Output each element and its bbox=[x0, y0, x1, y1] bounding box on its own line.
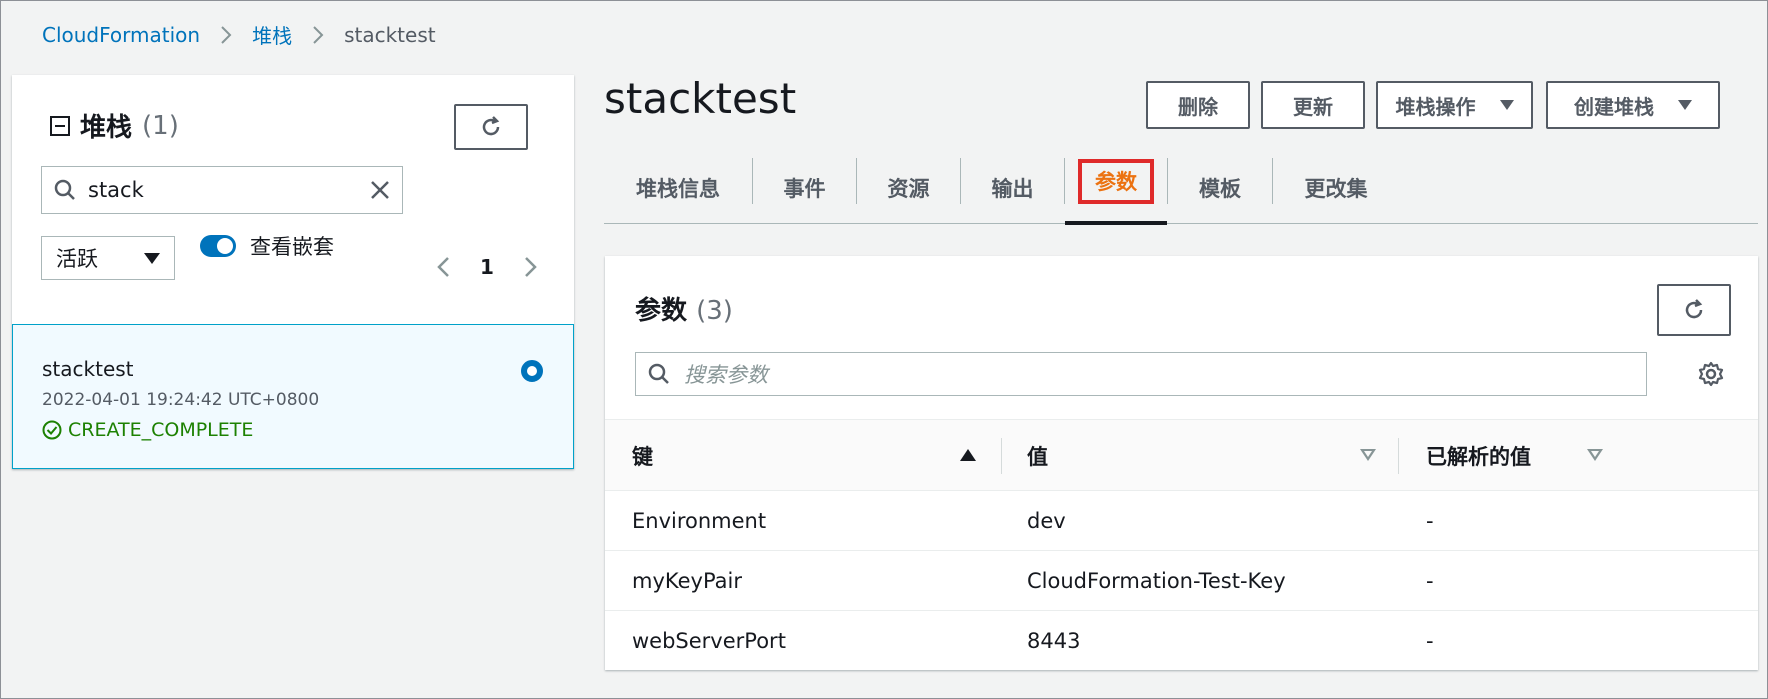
param-value: CloudFormation-Test-Key bbox=[1027, 569, 1286, 593]
refresh-icon bbox=[482, 116, 500, 136]
stack-actions-button[interactable]: 堆栈操作 bbox=[1376, 81, 1533, 129]
caret-down-icon bbox=[1678, 100, 1692, 110]
tab-stack-info[interactable]: 堆栈信息 bbox=[604, 152, 752, 224]
view-nested-label: 查看嵌套 bbox=[250, 235, 334, 259]
pagination: 1 bbox=[436, 255, 538, 279]
breadcrumb-current: stacktest bbox=[344, 22, 436, 47]
stack-status: CREATE_COMPLETE bbox=[42, 419, 253, 441]
collapse-icon[interactable] bbox=[50, 115, 70, 136]
stack-detail-tabs: 堆栈信息 事件 资源 输出 参数 模板 更改集 bbox=[604, 152, 1758, 225]
column-header-value[interactable]: 值 bbox=[1027, 420, 1048, 492]
create-stack-label: 创建堆栈 bbox=[1574, 96, 1654, 119]
status-filter-select[interactable]: 活跃 bbox=[41, 236, 175, 280]
chevron-right-icon bbox=[313, 25, 324, 44]
parameters-card: 参数 (3) 搜索参数 键 值 已解析的值 Environment dev - … bbox=[605, 256, 1758, 670]
page-title: stacktest bbox=[604, 74, 797, 123]
sort-ascending-icon[interactable] bbox=[960, 449, 976, 461]
column-header-label: 值 bbox=[1027, 445, 1048, 469]
tab-resources[interactable]: 资源 bbox=[857, 152, 960, 224]
chevron-right-icon[interactable] bbox=[524, 256, 538, 278]
stacks-panel-title: 堆栈 (1) bbox=[50, 107, 179, 144]
settings-gear-icon[interactable] bbox=[1698, 361, 1724, 387]
column-header-resolved-value[interactable]: 已解析的值 bbox=[1426, 420, 1531, 492]
column-divider bbox=[1398, 438, 1399, 474]
caret-down-icon bbox=[1499, 100, 1514, 110]
parameters-search-input[interactable]: 搜索参数 bbox=[635, 352, 1647, 396]
status-filter-value: 活跃 bbox=[56, 247, 98, 271]
column-header-label: 已解析的值 bbox=[1426, 445, 1531, 469]
close-icon[interactable] bbox=[370, 180, 390, 200]
update-button[interactable]: 更新 bbox=[1261, 81, 1365, 129]
tab-label: 堆栈信息 bbox=[636, 177, 720, 201]
radio-selected-icon[interactable] bbox=[521, 360, 543, 382]
tab-parameters[interactable]: 参数 bbox=[1065, 152, 1167, 225]
parameters-refresh-button[interactable] bbox=[1657, 284, 1731, 336]
tab-label: 参数 bbox=[1095, 170, 1137, 194]
tab-outputs[interactable]: 输出 bbox=[961, 152, 1064, 224]
create-stack-button[interactable]: 创建堆栈 bbox=[1546, 81, 1720, 129]
search-icon bbox=[54, 179, 75, 200]
param-resolved-value: - bbox=[1426, 569, 1434, 593]
stacks-title-label: 堆栈 bbox=[80, 113, 133, 143]
column-header-label: 键 bbox=[632, 445, 653, 469]
param-key: Environment bbox=[632, 509, 767, 533]
refresh-icon bbox=[1685, 299, 1703, 319]
stack-actions-label: 堆栈操作 bbox=[1395, 96, 1476, 119]
delete-button-label: 删除 bbox=[1178, 96, 1218, 119]
chevron-right-icon bbox=[221, 25, 232, 44]
search-icon bbox=[648, 363, 669, 384]
stack-list-item[interactable]: stacktest 2022-04-01 19:24:42 UTC+0800 C… bbox=[12, 324, 574, 469]
table-row: myKeyPair CloudFormation-Test-Key - bbox=[605, 551, 1758, 611]
tab-label: 事件 bbox=[783, 177, 826, 201]
tab-events[interactable]: 事件 bbox=[753, 152, 856, 224]
table-header: 键 值 已解析的值 bbox=[605, 419, 1758, 491]
stack-status-label: CREATE_COMPLETE bbox=[68, 419, 254, 441]
stacks-search-input[interactable]: stack bbox=[41, 166, 403, 214]
tab-label: 模板 bbox=[1199, 177, 1241, 201]
view-nested-toggle-wrap: 查看嵌套 bbox=[200, 231, 334, 261]
tab-change-sets[interactable]: 更改集 bbox=[1273, 152, 1399, 224]
param-resolved-value: - bbox=[1426, 509, 1434, 533]
parameters-title-label: 参数 bbox=[635, 296, 688, 326]
param-value: 8443 bbox=[1027, 629, 1081, 653]
stacks-count: (1) bbox=[142, 110, 179, 141]
view-nested-toggle[interactable] bbox=[200, 235, 236, 257]
param-resolved-value: - bbox=[1426, 629, 1434, 653]
tab-label: 更改集 bbox=[1304, 177, 1368, 201]
sort-icon[interactable] bbox=[1587, 449, 1603, 461]
column-divider bbox=[1001, 438, 1002, 474]
sort-icon[interactable] bbox=[1360, 449, 1376, 461]
parameters-count: (3) bbox=[696, 296, 733, 326]
caret-down-icon bbox=[144, 252, 160, 264]
stack-name: stacktest bbox=[42, 357, 134, 381]
stack-created-time: 2022-04-01 19:24:42 UTC+0800 bbox=[42, 390, 320, 410]
stacks-refresh-button[interactable] bbox=[454, 104, 528, 150]
parameters-search-placeholder: 搜索参数 bbox=[684, 363, 768, 387]
param-key: myKeyPair bbox=[632, 569, 743, 593]
table-row: webServerPort 8443 - bbox=[605, 611, 1758, 671]
breadcrumb-stacks[interactable]: 堆栈 bbox=[252, 20, 292, 49]
stacks-panel: 堆栈 (1) stack 活跃 查看嵌套 1 stacktest 2022-04… bbox=[12, 75, 574, 469]
breadcrumb: CloudFormation 堆栈 stacktest bbox=[42, 20, 436, 49]
delete-button[interactable]: 删除 bbox=[1146, 81, 1250, 129]
page-number[interactable]: 1 bbox=[480, 255, 494, 279]
table-row: Environment dev - bbox=[605, 491, 1758, 551]
success-check-icon bbox=[42, 420, 62, 440]
tab-label: 资源 bbox=[887, 177, 930, 201]
tab-label: 输出 bbox=[991, 177, 1034, 201]
breadcrumb-cloudformation[interactable]: CloudFormation bbox=[42, 23, 200, 47]
parameters-title: 参数 (3) bbox=[635, 290, 733, 327]
column-header-key[interactable]: 键 bbox=[632, 420, 653, 492]
param-key: webServerPort bbox=[632, 629, 786, 653]
param-value: dev bbox=[1027, 509, 1066, 533]
tab-template[interactable]: 模板 bbox=[1168, 152, 1272, 224]
chevron-left-icon[interactable] bbox=[436, 256, 450, 278]
stacks-search-value: stack bbox=[88, 178, 144, 202]
update-button-label: 更新 bbox=[1293, 96, 1333, 119]
